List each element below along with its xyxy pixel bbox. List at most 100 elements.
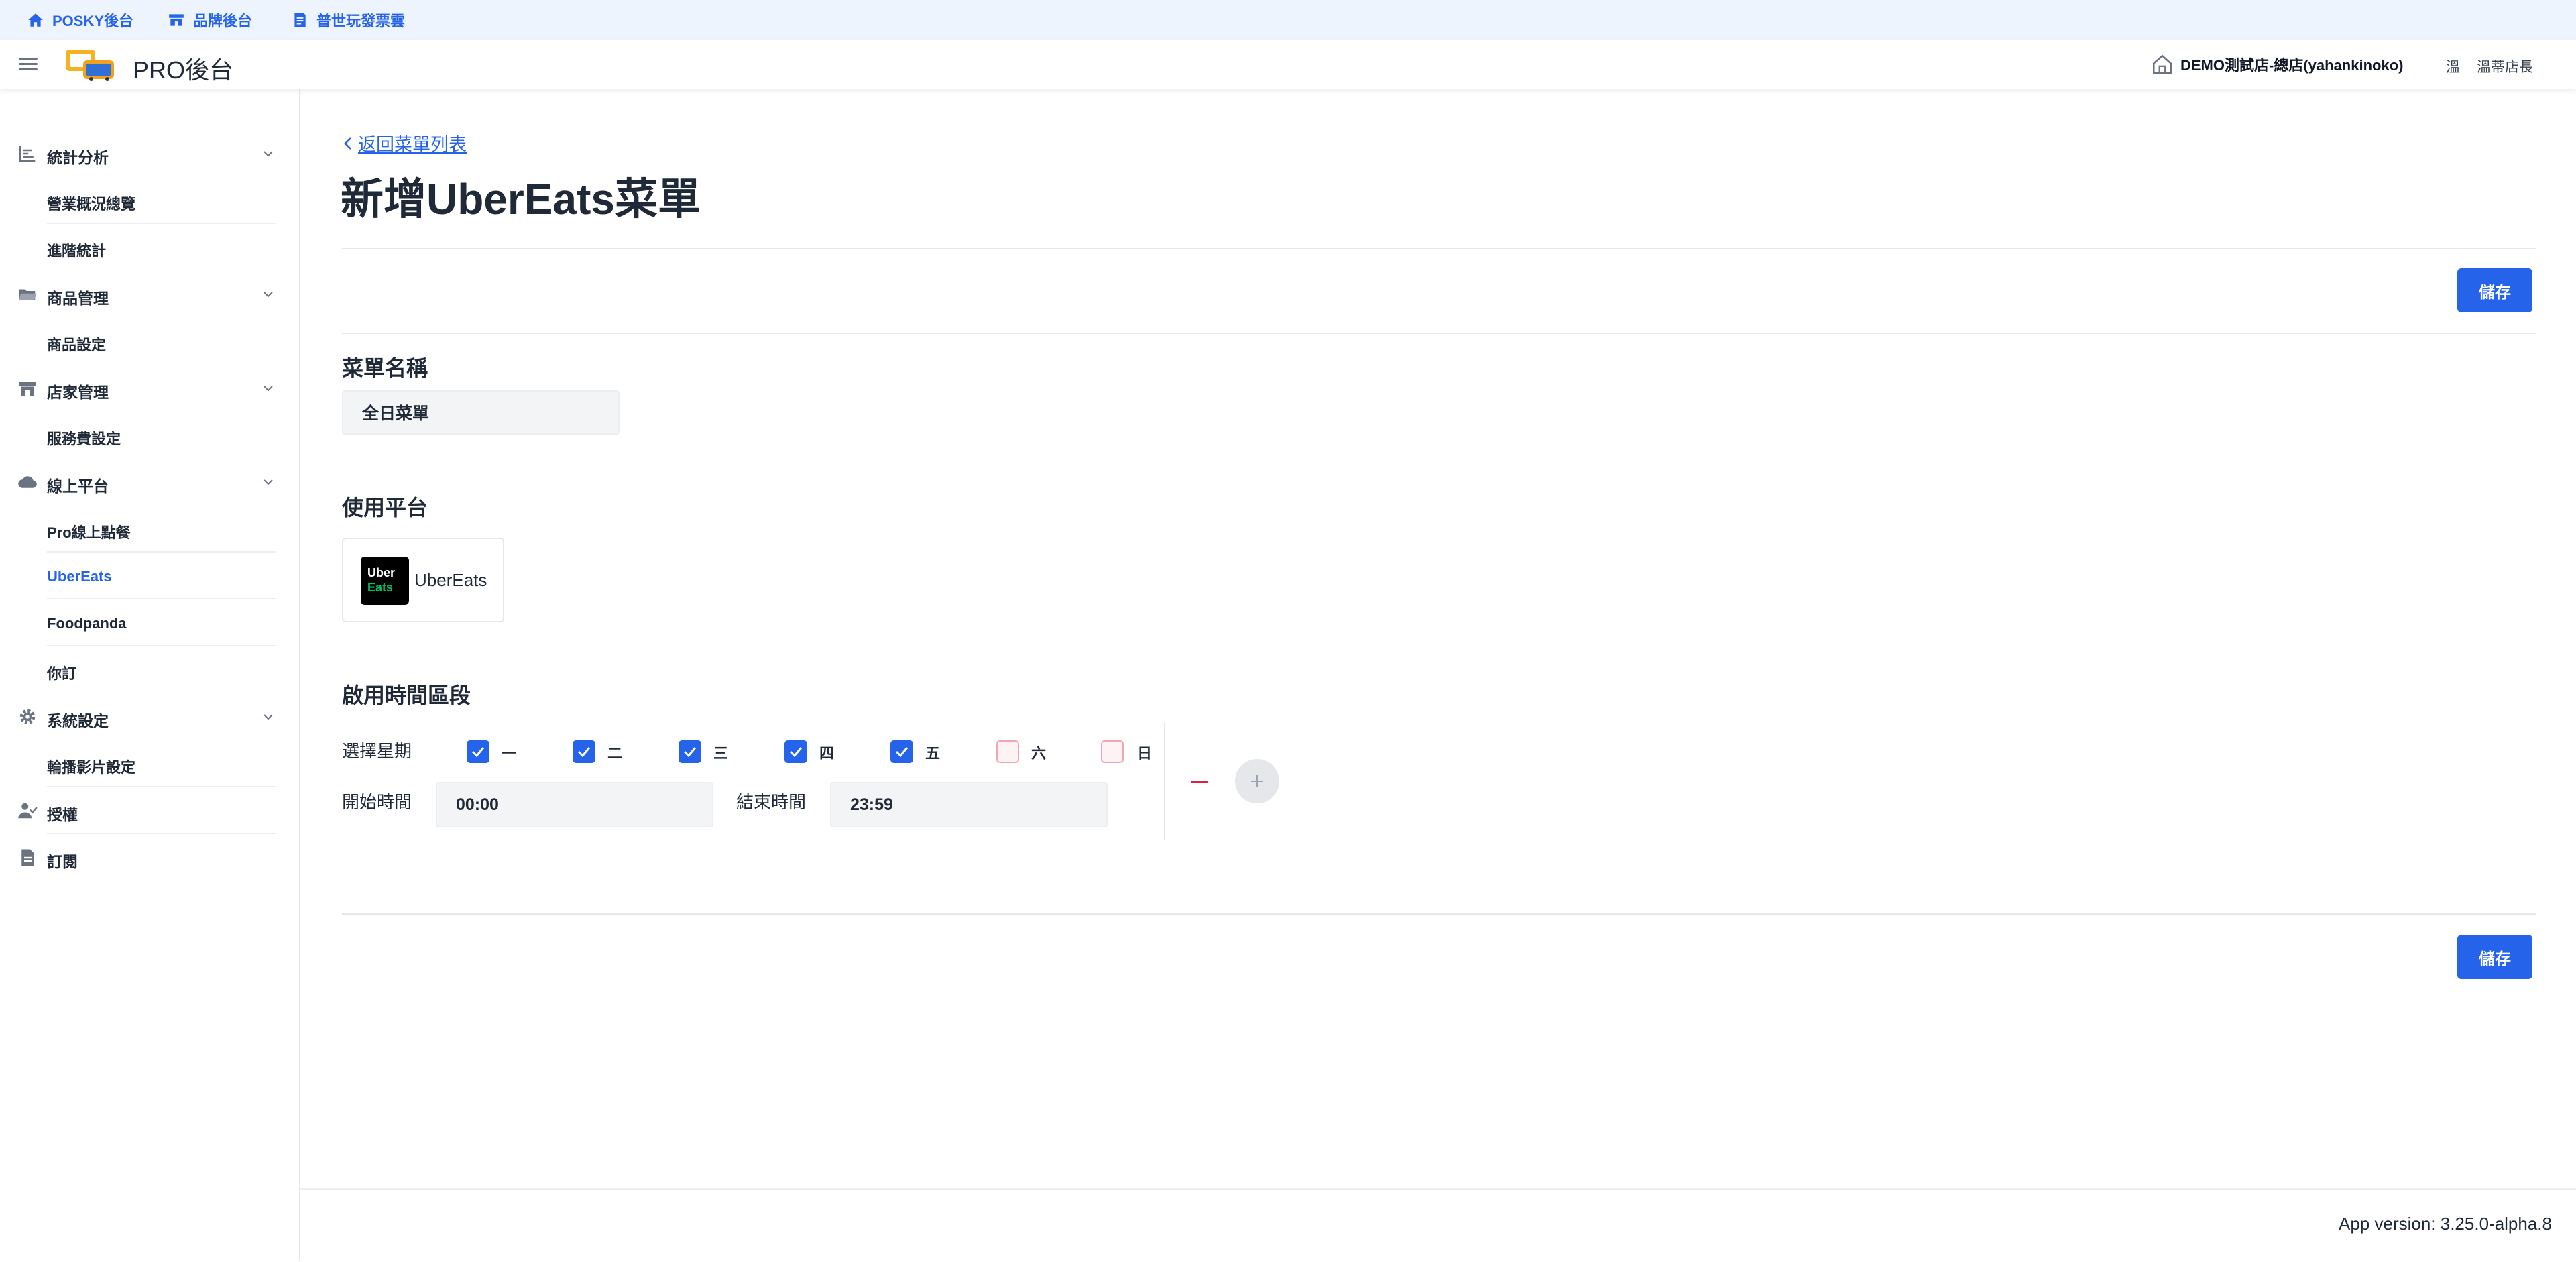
sidebar-item-label: 營業概況總覽 xyxy=(47,196,136,213)
end-time-input[interactable] xyxy=(830,782,1108,827)
sidebar-item-label: 進階統計 xyxy=(47,243,107,260)
save-button-top[interactable]: 儲存 xyxy=(2457,268,2532,312)
ubereats-logo: Uber Eats xyxy=(361,557,409,605)
weekday-label-sat: 六 xyxy=(1031,745,1047,762)
start-time-label: 開始時間 xyxy=(342,792,412,812)
checkmark-icon xyxy=(789,747,803,758)
user-name[interactable]: 溫蒂店長 xyxy=(2477,56,2533,76)
sidebar-group-store[interactable]: 店家管理 xyxy=(0,365,299,412)
sidebar-item-business-overview[interactable]: 營業概況總覽 xyxy=(0,177,299,224)
sidebar-item-label: 你訂 xyxy=(47,665,77,682)
chevron-down-icon xyxy=(264,714,273,720)
app-version: App version: 3.25.0-alpha.8 xyxy=(2339,1214,2552,1234)
sidebar-group-system-settings[interactable]: 系統設定 xyxy=(0,693,299,740)
app-header: PRO後台 DEMO測試店-總店(yahankinoko) 溫 溫蒂店長 xyxy=(0,40,2576,89)
add-time-slot-button[interactable] xyxy=(1235,759,1279,803)
user-avatar[interactable]: 溫 xyxy=(2446,56,2460,76)
brand-admin-label: 品牌後台 xyxy=(193,13,253,30)
sidebar-group-label: 訂閱 xyxy=(47,853,78,870)
weekday-label-thu: 四 xyxy=(819,745,835,762)
weekday-label-wed: 三 xyxy=(713,745,729,762)
sidebar-item-label: 服務費設定 xyxy=(47,431,121,447)
sidebar-group-label: 授權 xyxy=(47,806,78,823)
weekday-checkbox-mon[interactable] xyxy=(467,740,489,763)
sidebar-item-carousel-video[interactable]: 輪播影片設定 xyxy=(0,740,299,787)
house-icon xyxy=(2152,54,2172,74)
app-title: PRO後台 xyxy=(133,56,234,84)
weekday-checkbox-sun[interactable] xyxy=(1101,740,1124,763)
weekday-checkbox-sat[interactable] xyxy=(996,740,1019,763)
sidebar-item-product-settings[interactable]: 商品設定 xyxy=(0,318,299,365)
sidebar-group-label: 店家管理 xyxy=(47,384,109,401)
menu-name-heading: 菜單名稱 xyxy=(342,356,428,380)
weekday-label-tue: 二 xyxy=(607,745,623,762)
storefront-icon xyxy=(19,382,36,396)
weekday-label-mon: 一 xyxy=(502,745,517,762)
sidebar-item-license[interactable]: 授權 xyxy=(0,787,299,834)
back-link-label: 返回菜單列表 xyxy=(358,135,467,155)
store-selector[interactable]: DEMO測試店-總店(yahankinoko) xyxy=(2151,52,2403,76)
sidebar-item-subscription[interactable]: 訂閱 xyxy=(0,834,299,881)
checkmark-icon xyxy=(471,747,485,758)
sidebar-item-label: Foodpanda xyxy=(47,615,127,632)
divider xyxy=(342,333,2536,334)
chart-icon xyxy=(19,146,36,162)
top-link-bar: POSKY後台 品牌後台 普世玩發票雲 xyxy=(0,0,2576,40)
platform-name: UberEats xyxy=(414,570,487,590)
remove-time-slot-button[interactable] xyxy=(1191,781,1208,783)
checkmark-icon xyxy=(577,747,591,758)
sidebar-item-label: 輪播影片設定 xyxy=(47,759,136,776)
posky-admin-link[interactable]: POSKY後台 xyxy=(27,9,133,31)
sidebar-item-ubereats[interactable]: UberEats xyxy=(0,553,299,599)
sidebar-group-label: 系統設定 xyxy=(47,712,109,730)
weekday-label: 選擇星期 xyxy=(342,741,412,761)
sidebar-group-statistics[interactable]: 統計分析 xyxy=(0,130,299,177)
app-logo xyxy=(66,50,114,81)
chevron-down-icon xyxy=(264,386,273,392)
weekday-checkbox-fri[interactable] xyxy=(890,740,913,763)
invoice-cloud-link[interactable]: 普世玩發票雲 xyxy=(291,9,405,31)
save-button-bottom[interactable]: 儲存 xyxy=(2457,935,2532,979)
invoice-doc-icon xyxy=(294,13,306,27)
ubereats-logo-line1: Uber xyxy=(367,566,396,579)
back-to-menu-list-link[interactable]: 返回菜單列表 xyxy=(342,130,467,156)
start-time-input[interactable] xyxy=(436,782,713,827)
sidebar-item-label: 商品設定 xyxy=(47,337,107,353)
divider xyxy=(342,913,2536,915)
divider xyxy=(1164,722,1165,840)
store-name: DEMO測試店-總店(yahankinoko) xyxy=(2180,57,2404,74)
sidebar-item-label: Pro線上點餐 xyxy=(47,524,131,541)
checkmark-icon xyxy=(895,747,909,758)
checkmark-icon xyxy=(683,747,697,758)
divider xyxy=(342,248,2536,249)
sidebar-item-foodpanda[interactable]: Foodpanda xyxy=(0,599,299,646)
platform-card-ubereats[interactable]: Uber Eats UberEats xyxy=(342,538,504,622)
weekday-checkbox-wed[interactable] xyxy=(679,740,701,763)
menu-name-input[interactable] xyxy=(342,390,620,435)
hamburger-menu-icon[interactable] xyxy=(19,55,39,74)
sidebar-item-advanced-stats[interactable]: 進階統計 xyxy=(0,224,299,271)
sidebar-item-nidin[interactable]: 你訂 xyxy=(0,646,299,693)
sidebar-group-label: 統計分析 xyxy=(47,149,109,166)
folder-icon xyxy=(19,289,37,300)
sidebar-group-label: 線上平台 xyxy=(47,477,109,495)
time-section-heading: 啟用時間區段 xyxy=(342,683,471,707)
platform-heading: 使用平台 xyxy=(342,496,428,520)
sidebar-group-products[interactable]: 商品管理 xyxy=(0,271,299,318)
weekday-label-sun: 日 xyxy=(1137,745,1153,762)
sidebar: 統計分析 營業概況總覽 進階統計 商品管理 商品設定 店家管理 服務費設定 線上… xyxy=(0,89,300,1261)
weekday-checkbox-thu[interactable] xyxy=(784,740,807,763)
posky-admin-label: POSKY後台 xyxy=(52,13,134,30)
sidebar-group-online-platform[interactable]: 線上平台 xyxy=(0,459,299,506)
invoice-cloud-label: 普世玩發票雲 xyxy=(316,13,406,30)
chevron-down-icon xyxy=(264,151,273,157)
brand-store-icon xyxy=(169,14,184,26)
sidebar-item-pro-online-order[interactable]: Pro線上點餐 xyxy=(0,506,299,553)
brand-admin-link[interactable]: 品牌後台 xyxy=(168,9,252,31)
gear-icon xyxy=(19,709,36,725)
home-icon xyxy=(28,13,43,27)
weekday-checkbox-tue[interactable] xyxy=(573,740,595,763)
sidebar-group-label: 商品管理 xyxy=(47,290,109,307)
sidebar-item-service-fee[interactable]: 服務費設定 xyxy=(0,412,299,459)
weekday-label-fri: 五 xyxy=(925,745,941,762)
